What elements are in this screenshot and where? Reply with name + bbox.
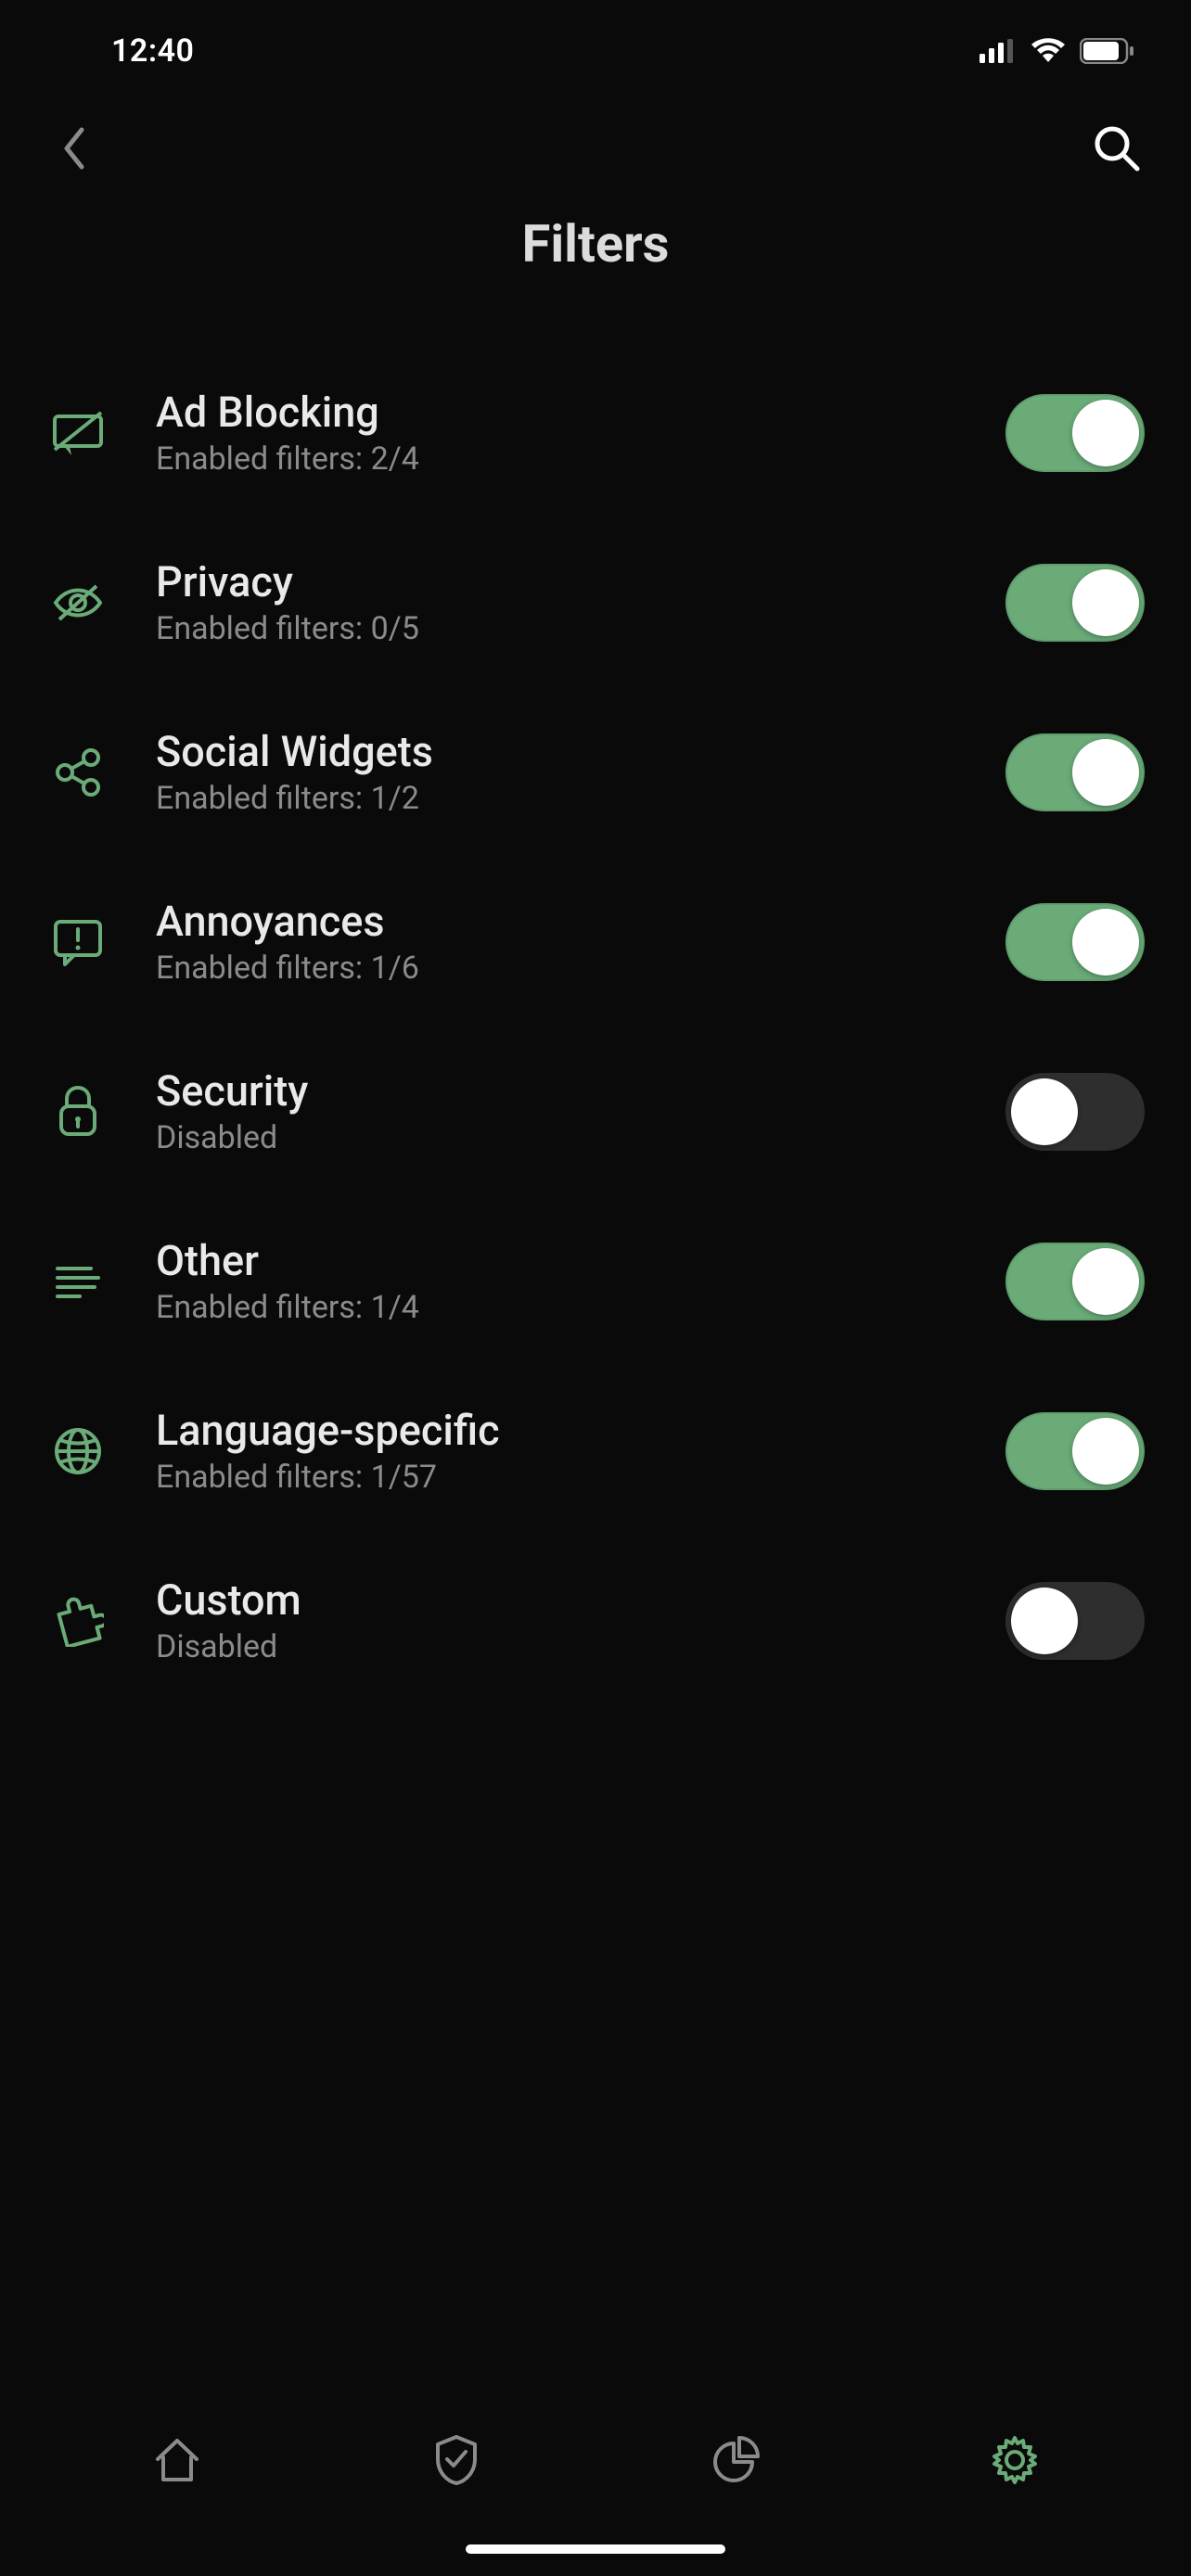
home-icon [152,2435,202,2485]
tab-statistics[interactable] [703,2428,768,2493]
filter-title: Security [156,1066,1005,1116]
search-button[interactable] [1089,121,1145,176]
filter-row-language-specific[interactable]: Language-specific Enabled filters: 1/57 [46,1376,1145,1546]
pie-chart-icon [711,2436,760,2484]
status-indicators [980,38,1135,64]
toggle-ad-blocking[interactable] [1005,394,1145,472]
share-icon [46,741,109,804]
alert-bubble-icon [46,911,109,974]
filter-subtitle: Enabled filters: 0/5 [156,610,1005,647]
cellular-icon [980,39,1017,63]
tab-home[interactable] [145,2428,210,2493]
status-time: 12:40 [111,32,194,70]
toggle-other[interactable] [1005,1243,1145,1320]
toggle-security[interactable] [1005,1073,1145,1151]
filter-subtitle: Disabled [156,1119,1005,1156]
filter-title: Other [156,1236,1005,1285]
gear-icon [989,2434,1041,2486]
filter-row-social-widgets[interactable]: Social Widgets Enabled filters: 1/2 [46,697,1145,867]
nav-bar [0,102,1191,195]
filter-subtitle: Enabled filters: 1/4 [156,1289,1005,1326]
filter-title: Privacy [156,557,1005,606]
filter-row-custom[interactable]: Custom Disabled [46,1546,1145,1715]
home-indicator[interactable] [466,2544,725,2554]
chevron-left-icon [61,126,87,171]
tab-bar [0,2400,1191,2576]
filter-row-ad-blocking[interactable]: Ad Blocking Enabled filters: 2/4 [46,358,1145,528]
toggle-social-widgets[interactable] [1005,733,1145,811]
privacy-icon [46,571,109,634]
filter-subtitle: Disabled [156,1628,1005,1665]
tab-settings[interactable] [982,2428,1047,2493]
status-bar: 12:40 [0,0,1191,102]
filter-row-security[interactable]: Security Disabled [46,1037,1145,1206]
filter-title: Language-specific [156,1406,1005,1455]
toggle-privacy[interactable] [1005,564,1145,642]
battery-icon [1080,38,1135,64]
lock-icon [46,1080,109,1143]
shield-check-icon [432,2433,480,2487]
wifi-icon [1030,38,1067,64]
page-title: Filters [0,213,1191,274]
ad-block-icon [46,402,109,465]
filter-row-annoyances[interactable]: Annoyances Enabled filters: 1/6 [46,867,1145,1037]
filter-row-other[interactable]: Other Enabled filters: 1/4 [46,1206,1145,1376]
toggle-language-specific[interactable] [1005,1412,1145,1490]
back-button[interactable] [46,121,102,176]
filter-subtitle: Enabled filters: 1/57 [156,1459,1005,1496]
filter-title: Annoyances [156,897,1005,946]
lines-icon [46,1250,109,1313]
search-icon [1093,124,1141,172]
filter-title: Ad Blocking [156,388,1005,437]
puzzle-icon [46,1589,109,1652]
globe-icon [46,1420,109,1483]
filter-title: Custom [156,1575,1005,1625]
filter-row-privacy[interactable]: Privacy Enabled filters: 0/5 [46,528,1145,697]
filter-list: Ad Blocking Enabled filters: 2/4 Privacy… [0,358,1191,1715]
filter-title: Social Widgets [156,727,1005,776]
filter-subtitle: Enabled filters: 1/6 [156,950,1005,987]
tab-protection[interactable] [424,2428,489,2493]
toggle-annoyances[interactable] [1005,903,1145,981]
filter-subtitle: Enabled filters: 2/4 [156,440,1005,478]
toggle-custom[interactable] [1005,1582,1145,1660]
filter-subtitle: Enabled filters: 1/2 [156,780,1005,817]
